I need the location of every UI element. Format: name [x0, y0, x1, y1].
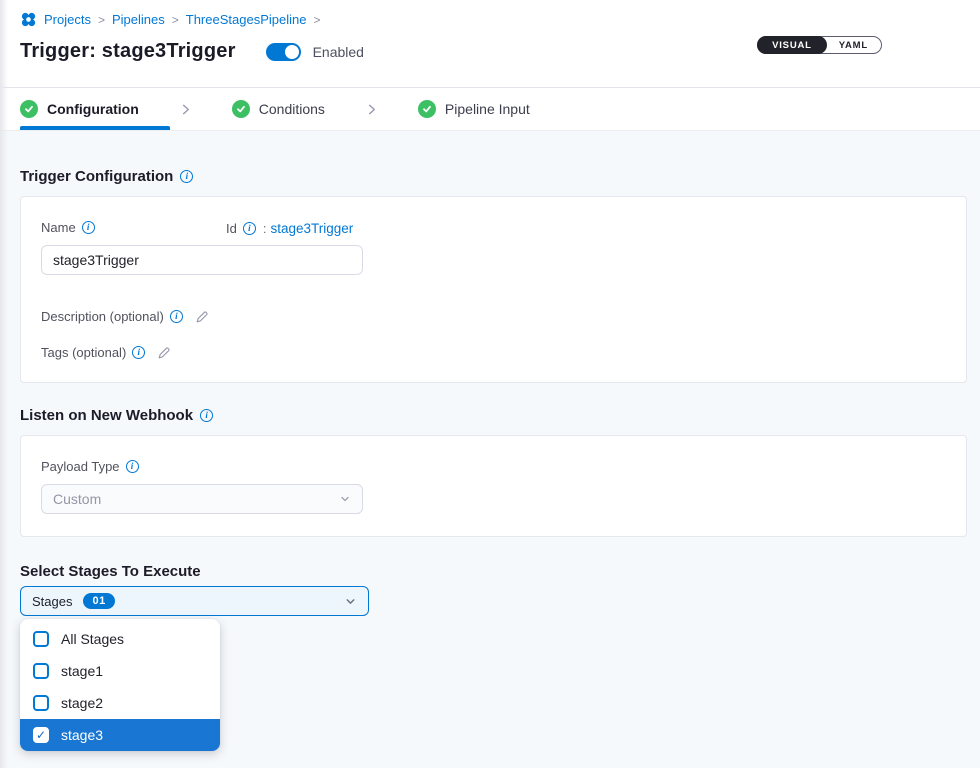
tab-pipeline-input[interactable]: Pipeline Input	[418, 100, 530, 118]
option-label: All Stages	[61, 631, 124, 647]
chevron-right-icon	[179, 103, 192, 116]
checkbox-checked-icon[interactable]: ✓	[33, 727, 49, 743]
checkbox-icon[interactable]: ✓	[33, 695, 49, 711]
left-edge-shadow	[0, 0, 8, 768]
check-circle-icon	[20, 100, 38, 118]
info-icon[interactable]: i	[200, 409, 213, 422]
section-title-select-stages: Select Stages To Execute	[20, 563, 967, 580]
description-label: Description (optional) i	[41, 309, 183, 324]
tab-label: Pipeline Input	[445, 101, 530, 117]
section-title-trigger-configuration: Trigger Configuration i	[20, 168, 967, 185]
page-header: Projects > Pipelines > ThreeStagesPipeli…	[0, 0, 980, 88]
check-circle-icon	[232, 100, 250, 118]
section-title-text: Listen on New Webhook	[20, 407, 193, 424]
tags-label-text: Tags (optional)	[41, 345, 126, 360]
active-tab-underline	[20, 126, 170, 130]
configuration-panel: Trigger Configuration i Name i Id i : st…	[0, 168, 980, 751]
tags-label: Tags (optional) i	[41, 345, 145, 360]
trigger-name-input[interactable]	[41, 245, 363, 275]
section-title-text: Select Stages To Execute	[20, 563, 201, 580]
tab-label: Conditions	[259, 101, 325, 117]
option-label: stage3	[61, 727, 103, 743]
harness-project-icon	[20, 11, 37, 28]
breadcrumb-separator: >	[313, 12, 320, 27]
name-label-text: Name	[41, 220, 76, 235]
payload-type-label: Payload Type i	[41, 459, 139, 474]
edit-description-icon[interactable]	[195, 310, 209, 324]
chevron-down-icon	[344, 595, 357, 608]
chevron-down-icon	[339, 493, 351, 505]
checkbox-icon[interactable]: ✓	[33, 663, 49, 679]
stages-selector-label: Stages	[32, 594, 72, 609]
option-label: stage2	[61, 695, 103, 711]
stages-dropdown-panel: ✓ All Stages ✓ stage1 ✓ stage2 ✓ stage3	[20, 619, 220, 751]
selected-count-badge: 01	[83, 593, 114, 609]
info-icon[interactable]: i	[180, 170, 193, 183]
breadcrumb-link-pipeline-name[interactable]: ThreeStagesPipeline	[186, 12, 307, 27]
checkbox-icon[interactable]: ✓	[33, 631, 49, 647]
breadcrumb: Projects > Pipelines > ThreeStagesPipeli…	[20, 11, 980, 28]
trigger-configuration-card: Name i Id i : stage3Trigger Description …	[20, 196, 967, 383]
stage-option-stage1[interactable]: ✓ stage1	[20, 655, 220, 687]
toggle-label: Enabled	[313, 44, 364, 60]
toggle-knob	[285, 45, 299, 59]
trigger-enabled-toggle[interactable]	[266, 43, 301, 61]
webhook-card: Payload Type i Custom	[20, 435, 967, 537]
info-icon[interactable]: i	[132, 346, 145, 359]
description-label-text: Description (optional)	[41, 309, 164, 324]
breadcrumb-separator: >	[172, 12, 179, 27]
stage-option-all-stages[interactable]: ✓ All Stages	[20, 623, 220, 655]
id-field-label: Id i	[226, 221, 256, 236]
info-icon[interactable]: i	[126, 460, 139, 473]
yaml-mode-button[interactable]: YAML	[826, 37, 881, 53]
stage-option-stage2[interactable]: ✓ stage2	[20, 687, 220, 719]
tab-configuration[interactable]: Configuration	[20, 100, 139, 118]
visual-mode-button[interactable]: VISUAL	[757, 36, 827, 54]
stage-option-stage3[interactable]: ✓ stage3	[20, 719, 220, 751]
tab-conditions[interactable]: Conditions	[232, 100, 325, 118]
payload-type-label-text: Payload Type	[41, 459, 120, 474]
tab-label: Configuration	[47, 101, 139, 117]
breadcrumb-link-pipelines[interactable]: Pipelines	[112, 12, 165, 27]
page-title: Trigger: stage3Trigger	[20, 40, 236, 63]
name-field-label: Name i	[41, 220, 95, 235]
section-title-text: Trigger Configuration	[20, 168, 173, 185]
section-title-webhook: Listen on New Webhook i	[20, 407, 967, 424]
info-icon[interactable]: i	[243, 222, 256, 235]
info-icon[interactable]: i	[170, 310, 183, 323]
breadcrumb-link-projects[interactable]: Projects	[44, 12, 91, 27]
payload-type-select[interactable]: Custom	[41, 484, 363, 514]
stages-multiselect[interactable]: Stages 01	[20, 586, 369, 616]
info-icon[interactable]: i	[82, 221, 95, 234]
chevron-right-icon	[365, 103, 378, 116]
id-colon: :	[263, 221, 267, 236]
edit-tags-icon[interactable]	[157, 346, 171, 360]
breadcrumb-separator: >	[98, 12, 105, 27]
id-label-text: Id	[226, 221, 237, 236]
payload-type-value: Custom	[53, 491, 339, 507]
wizard-tabbar: Configuration Conditions Pipeline Input	[0, 88, 980, 131]
visual-yaml-toggle[interactable]: VISUAL YAML	[757, 36, 882, 54]
trigger-id-value: stage3Trigger	[270, 221, 353, 236]
option-label: stage1	[61, 663, 103, 679]
check-circle-icon	[418, 100, 436, 118]
